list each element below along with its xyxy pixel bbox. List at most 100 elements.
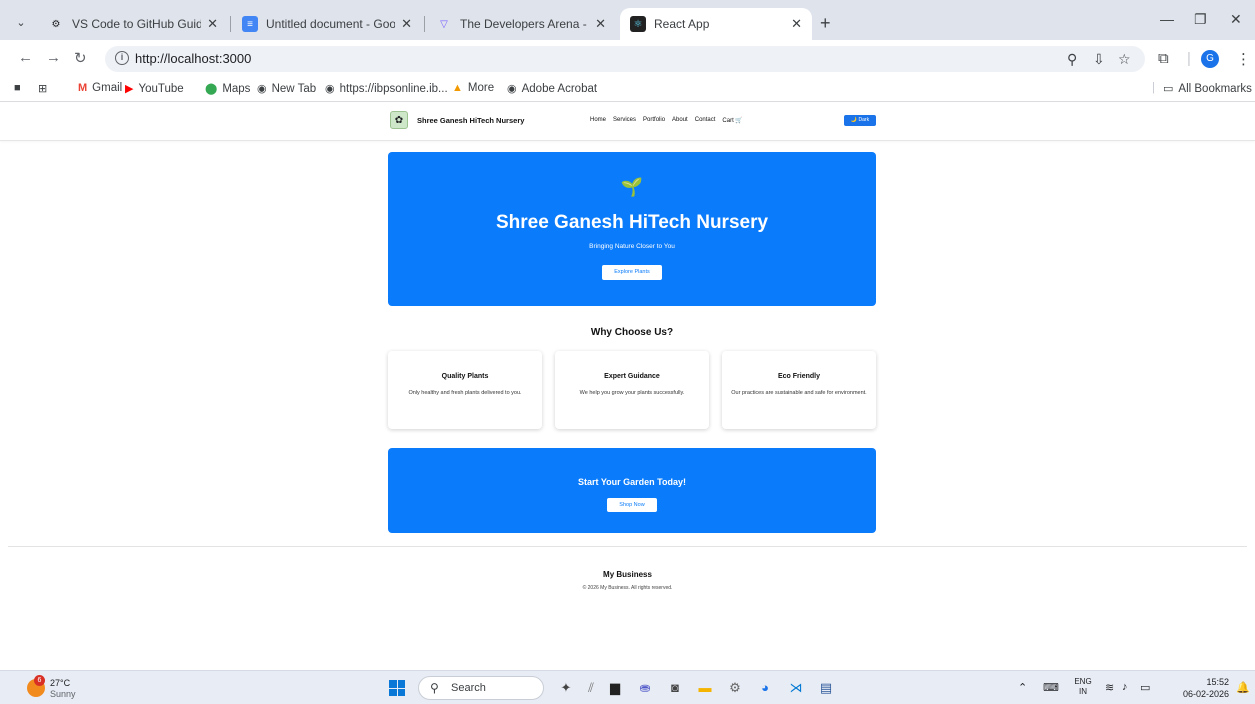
file-explorer-icon[interactable]: ▬ [696, 679, 714, 697]
folder-icon: ▭ [1163, 83, 1174, 95]
wifi-icon[interactable]: ≋ [1105, 681, 1114, 694]
chrome-icon[interactable]: ◕ [756, 679, 774, 697]
close-tab-icon[interactable]: ✕ [791, 16, 802, 32]
site-header: ✿ Shree Ganesh HiTech Nursery Home Servi… [0, 103, 1255, 141]
bookmark-maps[interactable]: ⬤ Maps [205, 82, 250, 96]
tab-search-icon[interactable]: ⌄ [12, 14, 30, 32]
weather-temperature[interactable]: 27°C [50, 678, 70, 688]
tab-react-app[interactable]: ⚛ React App ✕ [620, 8, 812, 40]
keyboard-icon[interactable]: ⌨ [1043, 681, 1059, 694]
clock-time[interactable]: 15:52 [1193, 677, 1229, 687]
feature-card-guidance: Expert Guidance We help you grow your pl… [555, 351, 709, 429]
explore-plants-button[interactable]: Explore Plants [602, 265, 662, 280]
taskbar-search[interactable]: ⚲ Search [418, 676, 544, 700]
settings-gear-icon[interactable]: ⚙ [726, 679, 744, 697]
clock-date[interactable]: 06-02-2026 [1171, 689, 1229, 699]
toolbar-divider: | [1187, 50, 1191, 67]
tab-vscode-github-guide[interactable]: ⚙ VS Code to GitHub Guide ✕ [38, 8, 228, 40]
extensions-icon[interactable]: ⧉ [1158, 50, 1169, 67]
back-icon[interactable]: ← [18, 49, 33, 66]
tab-developers-arena[interactable]: ▽ The Developers Arena - Launch ✕ [426, 8, 616, 40]
dark-mode-toggle[interactable]: 🌙 Dark [844, 115, 876, 126]
profile-avatar[interactable]: G [1201, 50, 1219, 68]
bookmark-ibps[interactable]: ◉ https://ibpsonline.ib... [325, 82, 448, 96]
nav-home[interactable]: Home [590, 117, 606, 124]
bookmarks-divider: | [1152, 82, 1155, 94]
nav-about[interactable]: About [672, 117, 688, 124]
nursery-logo-icon[interactable]: ✿ [390, 111, 408, 129]
show-hidden-icons-chevron[interactable]: ⌃ [1018, 681, 1027, 694]
card-title: Quality Plants [441, 373, 489, 380]
globe-icon: ◉ [257, 83, 267, 95]
tab-divider [424, 16, 425, 32]
nav-services[interactable]: Services [613, 117, 636, 124]
close-tab-icon[interactable]: ✕ [207, 16, 218, 32]
side-panel-icon[interactable]: ■ [14, 82, 26, 94]
task-view-icon[interactable]: ▆ [606, 679, 624, 697]
search-icon: ⚲ [430, 681, 439, 695]
vscode-icon[interactable]: ⋊ [787, 679, 805, 697]
forward-icon[interactable]: → [46, 49, 61, 66]
bookmark-gmail[interactable]: M Gmail [78, 82, 122, 94]
volume-icon[interactable]: ♪ [1122, 681, 1128, 693]
address-bar[interactable]: i http://localhost:3000 ⚲ ⇩ ☆ [105, 46, 1145, 72]
seedling-icon: 🌱 [620, 177, 644, 197]
site-info-icon[interactable]: i [115, 51, 129, 65]
vite-icon: ▽ [440, 18, 448, 30]
restore-icon[interactable]: ❐ [1194, 11, 1207, 28]
cta-title: Start Your Garden Today! [577, 477, 687, 487]
browser-toolbar: ← → ↻ i http://localhost:3000 ⚲ ⇩ ☆ ⧉ | … [0, 40, 1255, 78]
notifications-bell-icon[interactable]: 🔔 [1236, 681, 1250, 694]
new-tab-icon[interactable]: + [820, 13, 831, 34]
all-bookmarks[interactable]: ▭ All Bookmarks [1163, 82, 1252, 96]
battery-icon[interactable]: ▭ [1140, 681, 1150, 694]
word-icon[interactable]: ▤ [817, 679, 835, 697]
nav-cart[interactable]: Cart 🛒 [722, 117, 742, 124]
bookmark-adobe-acrobat[interactable]: ◉ Adobe Acrobat [507, 82, 597, 96]
site-brand[interactable]: Shree Ganesh HiTech Nursery [417, 116, 524, 125]
bookmark-star-icon[interactable]: ☆ [1118, 51, 1131, 68]
camera-app-icon[interactable]: ◙ [666, 679, 684, 697]
shop-now-button[interactable]: Shop Now [607, 498, 657, 512]
url-text[interactable]: http://localhost:3000 [135, 51, 251, 66]
windows-taskbar: 6 27°C Sunny ⚲ Search ✦ ⫽ ▆ ⛂ ◙ ▬ ⚙ ◕ ⋊ … [0, 670, 1255, 704]
weather-condition[interactable]: Sunny [50, 689, 76, 699]
card-title: Eco Friendly [777, 373, 820, 380]
bookmark-more[interactable]: ▲ More [452, 82, 494, 94]
more-folder-icon: ▲ [452, 82, 463, 94]
react-icon: ⚛ [630, 16, 646, 32]
widget-app-icon[interactable]: ⫽ [582, 679, 600, 697]
why-choose-us-heading: Why Choose Us? [590, 327, 674, 338]
reload-icon[interactable]: ↻ [74, 49, 87, 67]
language-indicator[interactable]: ENG [1072, 677, 1094, 686]
close-window-icon[interactable]: ✕ [1230, 11, 1242, 28]
nav-portfolio[interactable]: Portfolio [643, 117, 665, 124]
tab-google-doc[interactable]: ≡ Untitled document - Google Do ✕ [232, 8, 422, 40]
install-app-icon[interactable]: ⇩ [1093, 51, 1105, 68]
browser-menu-icon[interactable]: ⋮ [1236, 50, 1251, 68]
hero-title: Shree Ganesh HiTech Nursery [495, 212, 769, 233]
teams-icon[interactable]: ⛂ [636, 679, 654, 697]
youtube-icon: ▶ [125, 83, 134, 95]
nav-contact[interactable]: Contact [695, 117, 716, 124]
cta-banner: Start Your Garden Today! Shop Now [388, 448, 876, 533]
close-tab-icon[interactable]: ✕ [595, 16, 606, 32]
hero-banner: 🌱 Shree Ganesh HiTech Nursery Bringing N… [388, 152, 876, 306]
tab-divider [230, 16, 231, 32]
minimize-icon[interactable]: — [1160, 11, 1174, 27]
tab-title: React App [654, 17, 710, 31]
card-title: Expert Guidance [604, 373, 660, 380]
bookmark-youtube[interactable]: ▶ YouTube [125, 82, 184, 96]
zoom-icon[interactable]: ⚲ [1067, 51, 1077, 68]
region-indicator[interactable]: IN [1072, 687, 1094, 696]
card-text: Only healthy and fresh plants delivered … [408, 390, 522, 396]
apps-grid-icon[interactable]: ⊞ [38, 82, 52, 95]
close-tab-icon[interactable]: ✕ [401, 16, 412, 32]
tab-strip: ⌄ ⚙ VS Code to GitHub Guide ✕ ≡ Untitled… [0, 0, 1255, 40]
tab-title: Untitled document - Google Do [266, 17, 396, 31]
globe-icon: ◉ [325, 83, 335, 95]
start-windows-icon[interactable] [389, 680, 405, 696]
footer-copyright: © 2026 My Business. All rights reserved. [582, 585, 673, 591]
copilot-app-icon[interactable]: ✦ [557, 679, 575, 697]
bookmark-new-tab[interactable]: ◉ New Tab [257, 82, 316, 96]
